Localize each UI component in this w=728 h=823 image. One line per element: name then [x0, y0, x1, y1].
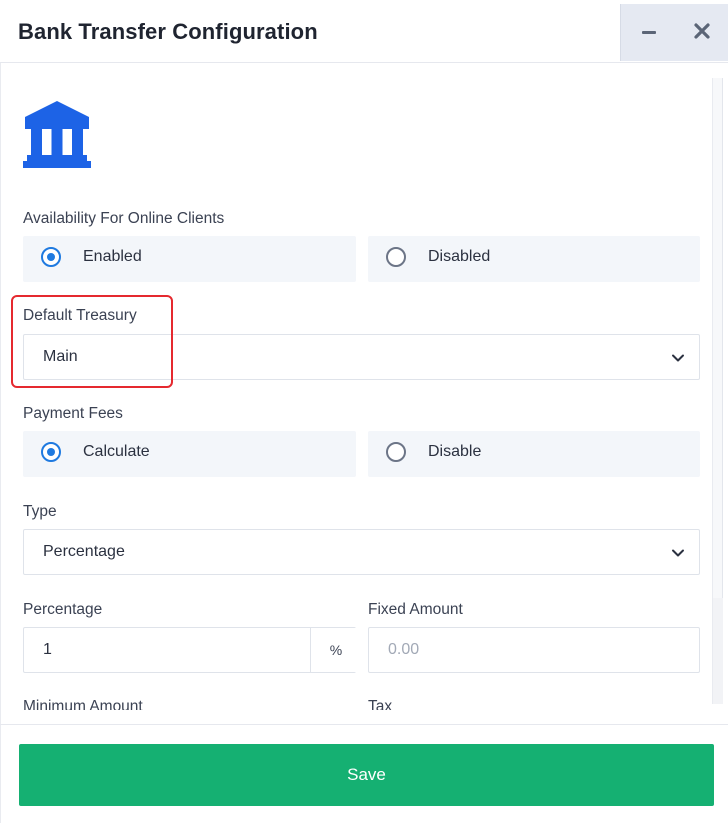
minimize-icon	[642, 31, 656, 34]
availability-label: Availability For Online Clients	[23, 210, 225, 227]
radio-selected-icon[interactable]	[41, 442, 61, 462]
radio-unselected-icon[interactable]	[386, 442, 406, 462]
fixed-amount-placeholder: 0.00	[388, 641, 420, 658]
payment-fees-calculate-option[interactable]: Calculate	[23, 431, 356, 477]
close-button[interactable]	[675, 4, 728, 61]
chevron-down-icon	[672, 354, 684, 362]
scrollbar-thumb[interactable]	[713, 78, 723, 598]
payment-fees-calculate-label: Calculate	[83, 443, 150, 460]
highlight-box	[11, 295, 173, 388]
fixed-amount-input[interactable]: 0.00	[368, 627, 700, 673]
availability-enabled-label: Enabled	[83, 248, 142, 265]
minimize-button[interactable]	[621, 4, 675, 61]
radio-selected-icon[interactable]	[41, 247, 61, 267]
window-header: Bank Transfer Configuration	[0, 0, 728, 63]
fixed-amount-label: Fixed Amount	[368, 601, 463, 618]
footer-divider	[0, 724, 728, 725]
availability-disabled-label: Disabled	[428, 248, 491, 265]
bank-icon	[23, 101, 91, 168]
chevron-down-icon	[672, 549, 684, 557]
scrollbar[interactable]	[712, 78, 723, 704]
type-value: Percentage	[43, 543, 125, 560]
percentage-label: Percentage	[23, 601, 103, 618]
scroll-clip: Minimum Amount Tax	[0, 696, 712, 710]
close-icon	[694, 23, 710, 39]
window-title: Bank Transfer Configuration	[18, 19, 318, 44]
save-button[interactable]: Save	[19, 744, 714, 806]
type-label: Type	[23, 503, 57, 520]
radio-unselected-icon[interactable]	[386, 247, 406, 267]
payment-fees-label: Payment Fees	[23, 405, 123, 422]
minimum-amount-label: Minimum Amount	[23, 698, 143, 710]
tax-label: Tax	[368, 698, 393, 710]
percentage-input[interactable]: 1 %	[23, 627, 361, 673]
availability-disabled-option[interactable]: Disabled	[368, 236, 700, 282]
payment-fees-disable-option[interactable]: Disable	[368, 431, 700, 477]
percentage-addon: %	[310, 628, 361, 672]
percentage-value: 1	[43, 641, 52, 658]
availability-enabled-option[interactable]: Enabled	[23, 236, 356, 282]
window-controls	[620, 4, 728, 61]
payment-fees-disable-label: Disable	[428, 443, 482, 460]
type-select[interactable]: Percentage	[23, 529, 700, 575]
